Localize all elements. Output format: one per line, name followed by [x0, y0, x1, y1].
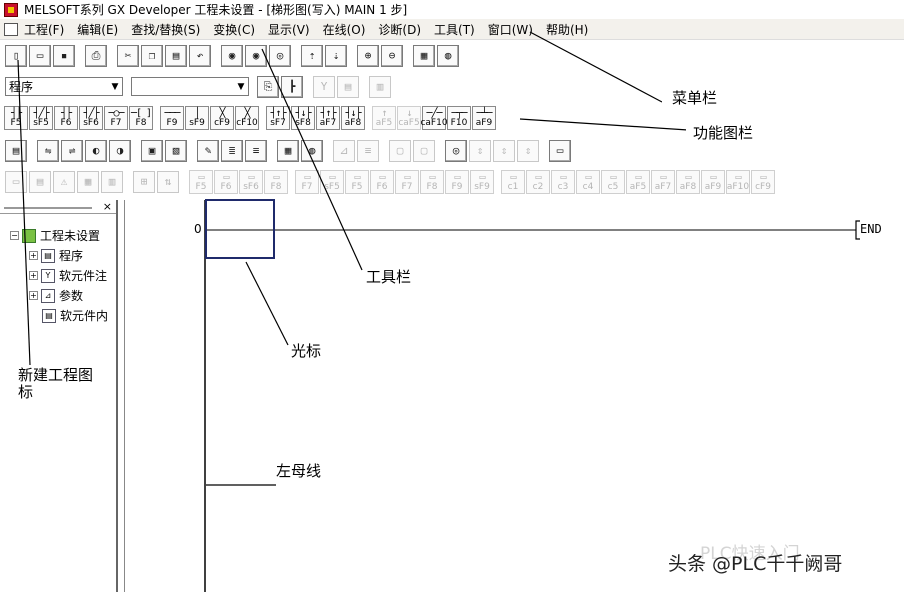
end-label: END [860, 222, 882, 236]
cursor-box [205, 199, 275, 259]
annotation-function-toolbar: 功能图栏 [693, 124, 754, 142]
toolbar-leader [261, 48, 363, 271]
function-toolbar-leader [519, 118, 689, 131]
menubar-leader [529, 31, 663, 103]
annotation-new-project-icon: 新建工程图 标 [18, 366, 94, 401]
step-number: 0 [194, 222, 202, 236]
annotation-cursor: 光标 [291, 342, 322, 360]
watermark: 头条 @PLC千千阙哥 [668, 553, 843, 575]
annotation-toolbar: 工具栏 [366, 268, 412, 286]
new-icon-leader [17, 59, 31, 366]
annotation-left-bus: 左母线 [276, 462, 322, 480]
annotation-menubar: 菜单栏 [672, 89, 718, 107]
cursor-leader [245, 261, 289, 346]
